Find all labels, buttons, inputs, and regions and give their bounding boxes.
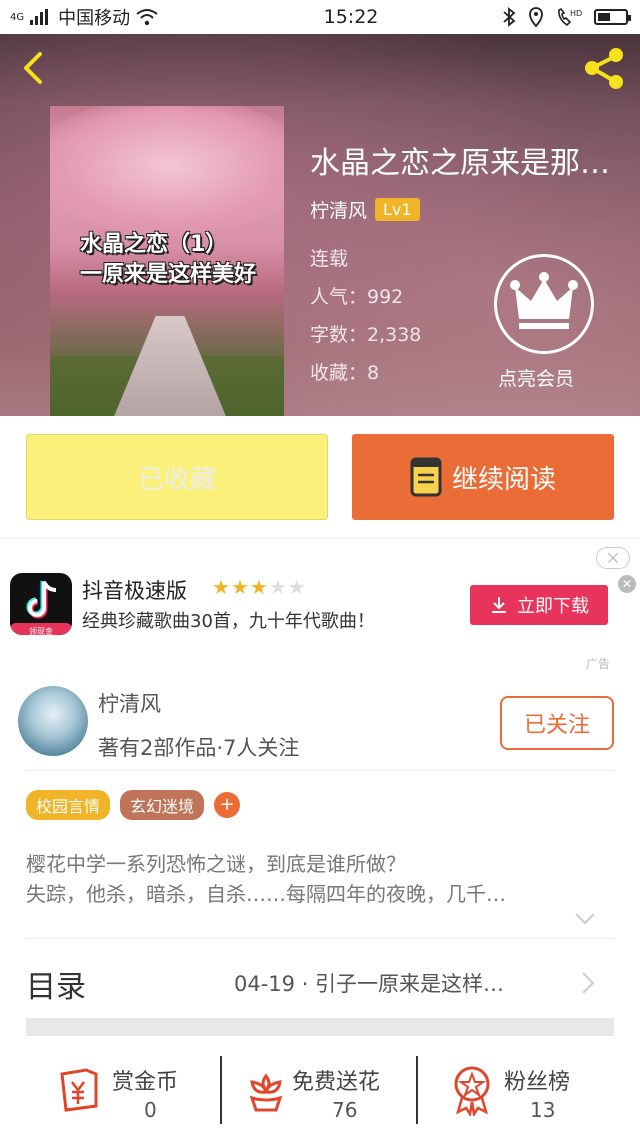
music-note-icon (26, 581, 57, 619)
divider (26, 770, 614, 771)
book-icon (410, 457, 442, 497)
continue-reading-button[interactable]: 继续阅读 (352, 434, 614, 520)
ad-close-icon[interactable] (596, 547, 630, 569)
douyin-app-icon[interactable]: 领现金 (10, 573, 72, 635)
ad-banner[interactable]: 领现金 抖音极速版 ★★★★★ 经典珍藏歌曲30首，九十年代歌曲！ 立即下载 ✕… (0, 538, 640, 676)
favorite-count: 收藏：8 (310, 362, 380, 384)
fan-ranking-count: 13 (530, 1098, 556, 1122)
continue-reading-label: 继续阅读 (451, 464, 556, 495)
signal-icon (30, 9, 52, 25)
ad-rating-stars: ★★★★★ (212, 575, 307, 599)
hd-label: HD (570, 9, 582, 18)
toc-latest-chapter[interactable]: 04-19 · 引子一原来是这样… (234, 968, 504, 998)
description-line1: 樱花中学一系列恐怖之谜，到底是谁所做？ (26, 852, 406, 876)
popularity: 人气：992 (310, 286, 404, 308)
cover-blossom (50, 106, 284, 236)
author-name[interactable]: 柠清风 (98, 688, 161, 718)
fan-ranking-button[interactable]: 粉丝榜 13 (418, 1048, 640, 1138)
action-bar: 已收藏 继续阅读 (0, 416, 640, 538)
favorited-button[interactable]: 已收藏 (26, 434, 328, 520)
send-flower-label: 免费送花 (292, 1070, 381, 1095)
add-tag-button[interactable]: + (214, 792, 241, 818)
ad-download-button[interactable]: 立即下载 (470, 585, 608, 625)
reward-coin-icon (60, 1068, 98, 1112)
section-separator (26, 1018, 614, 1036)
author-info: 著有2部作品·7人关注 (98, 736, 300, 760)
book-cover[interactable]: 水晶之恋（1） 一原来是这样美好 (50, 106, 284, 416)
serial-status: 连载 (310, 248, 349, 270)
toc-label[interactable]: 目录 (26, 962, 86, 1006)
status-bar: 4G 中国移动 15:22 HD (0, 0, 640, 34)
description-line2: 失踪，他杀，暗杀，自杀……每隔四年的夜晚，几千… (26, 882, 506, 906)
level-badge: Lv1 (375, 198, 420, 221)
location-icon (529, 7, 543, 27)
cover-title-line2: 一原来是这样美好 (80, 262, 257, 287)
back-icon[interactable] (14, 48, 54, 88)
crown-icon (510, 272, 578, 329)
following-button[interactable]: 已关注 (500, 696, 614, 750)
tag-fantasy[interactable]: 玄幻迷境 (120, 790, 205, 820)
share-icon[interactable] (580, 44, 628, 92)
download-icon (492, 597, 506, 613)
ad-title: 抖音极速版 (82, 579, 187, 603)
carrier-name: 中国移动 (58, 8, 131, 29)
reward-coin-label: 赏金币 (112, 1070, 179, 1095)
hd-call-icon: HD (558, 7, 582, 27)
divider (26, 938, 614, 939)
ad-mark: 广告 (586, 657, 611, 671)
send-flower-button[interactable]: 免费送花 76 (222, 1048, 416, 1138)
tag-campus-romance[interactable]: 校园言情 (26, 790, 111, 820)
network-type: 4G (10, 11, 25, 23)
battery-icon (594, 9, 631, 25)
chevron-down-icon[interactable] (574, 912, 596, 926)
reward-coin-count: 0 (144, 1098, 157, 1122)
author-line: 柠清风 Lv1 (310, 196, 420, 223)
clock: 15:22 (323, 6, 379, 28)
cover-title-line1: 水晶之恋（1） (80, 232, 228, 257)
bottom-action-bar: 赏金币 0 免费送花 76 粉丝榜 13 (0, 1048, 640, 1138)
book-header: 水晶之恋（1） 一原来是这样美好 水晶之恋之原来是那… 柠清风 Lv1 连载 人… (0, 0, 640, 416)
word-count: 字数：2,338 (310, 324, 422, 346)
vip-crown-button[interactable] (494, 254, 594, 354)
reward-coin-button[interactable]: 赏金币 0 (0, 1048, 220, 1138)
ad-description: 经典珍藏歌曲30首，九十年代歌曲！ (82, 611, 375, 632)
avatar[interactable] (18, 686, 88, 756)
bluetooth-icon (503, 7, 516, 27)
fan-ranking-label: 粉丝榜 (504, 1070, 571, 1095)
flower-icon (249, 1073, 283, 1112)
medal-icon (454, 1066, 490, 1116)
vip-label[interactable]: 点亮会员 (498, 364, 574, 391)
tag-list: 校园言情 玄幻迷境 + (26, 790, 241, 820)
send-flower-count: 76 (332, 1098, 358, 1122)
chevron-right-icon[interactable] (580, 970, 596, 996)
book-title: 水晶之恋之原来是那… (310, 146, 610, 181)
book-author[interactable]: 柠清风 (310, 196, 367, 223)
ad-dismiss-icon[interactable]: ✕ (618, 575, 636, 593)
ad-icon-tag: 领现金 (10, 623, 72, 635)
wifi-icon (136, 9, 158, 26)
ad-download-label: 立即下载 (517, 596, 589, 617)
